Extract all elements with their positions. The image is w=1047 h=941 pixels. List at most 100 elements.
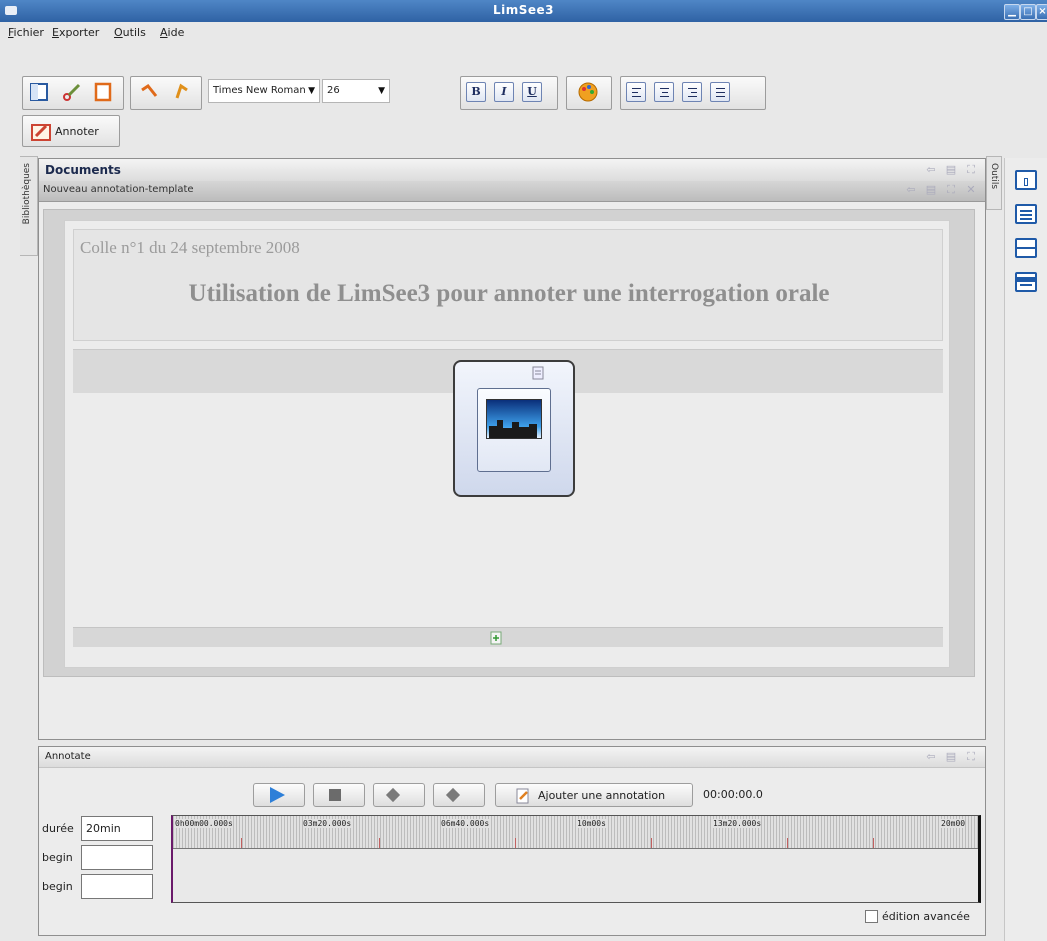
color-palette-icon[interactable] bbox=[576, 80, 600, 104]
annotate-panel: Annotate ⇦ ▤ ⛶ Ajouter une annotation 00:0… bbox=[38, 746, 986, 936]
ruler-tick bbox=[241, 838, 242, 848]
tab-outils-label: Outils bbox=[989, 163, 999, 190]
close-tab-icon[interactable]: ✕ bbox=[965, 184, 977, 196]
timeline-ruler[interactable]: 0h00m00.000s 03m20.000s 06m40.000s 10m00… bbox=[173, 816, 978, 849]
documents-panel-header: Documents ⇦ ▤ ⛶ bbox=[39, 159, 985, 182]
ruler-label: 03m20.000s bbox=[303, 819, 352, 828]
ruler-tick bbox=[651, 838, 652, 848]
annotate-button-label: Annoter bbox=[55, 125, 99, 138]
paste-icon[interactable] bbox=[91, 80, 115, 104]
underline-button[interactable]: U bbox=[522, 82, 542, 102]
document-canvas[interactable]: Colle n°1 du 24 septembre 2008 Utilisati… bbox=[64, 220, 950, 668]
document-tab-title[interactable]: Nouveau annotation-template bbox=[43, 184, 194, 195]
ruler-tick bbox=[873, 838, 874, 848]
add-page-icon[interactable] bbox=[489, 631, 503, 645]
play-icon bbox=[270, 787, 285, 803]
add-annotation-icon bbox=[516, 788, 529, 804]
advanced-edit-label: édition avancée bbox=[882, 909, 970, 923]
chevron-down-icon: ▼ bbox=[308, 86, 315, 96]
ruler-label: 20m00 bbox=[941, 819, 966, 828]
tools-sidebar bbox=[1004, 158, 1047, 941]
checkbox-icon[interactable] bbox=[865, 909, 878, 923]
pin-icon[interactable]: ⇦ bbox=[925, 164, 937, 176]
toolbar: Times New Roman ▼ 26 ▼ B I U bbox=[0, 0, 1047, 120]
documents-panel-title: Documents bbox=[45, 163, 121, 177]
document-subtitle[interactable]: Colle n°1 du 24 septembre 2008 bbox=[80, 238, 300, 258]
begin-field[interactable] bbox=[81, 874, 153, 899]
previous-button[interactable] bbox=[373, 783, 425, 807]
tab-bibliotheques-label: Bibliothèques bbox=[22, 163, 32, 225]
image-icon bbox=[486, 399, 542, 439]
begin-field[interactable] bbox=[81, 845, 153, 870]
ruler-label: 10m00s bbox=[577, 819, 606, 828]
ruler-tick bbox=[787, 838, 788, 848]
font-size-value: 26 bbox=[327, 85, 340, 96]
add-annotation-button[interactable]: Ajouter une annotation bbox=[495, 783, 693, 807]
stop-icon bbox=[329, 789, 341, 801]
cut-icon[interactable] bbox=[59, 80, 83, 104]
document-tab-header: Nouveau annotation-template ⇦ ▤ ⛶ ✕ bbox=[39, 181, 985, 202]
previous-icon bbox=[385, 787, 401, 803]
annotate-icon bbox=[31, 124, 51, 141]
font-size-select[interactable]: 26 ▼ bbox=[322, 79, 390, 103]
bold-button[interactable]: B bbox=[466, 82, 486, 102]
duration-label: durée bbox=[42, 822, 74, 835]
redo-icon[interactable] bbox=[169, 80, 193, 104]
minimize-panel-icon[interactable]: ▤ bbox=[945, 164, 957, 176]
align-right-button[interactable] bbox=[682, 82, 702, 102]
annotate-button[interactable]: Annoter bbox=[22, 115, 120, 147]
edit-tools-group bbox=[22, 76, 124, 110]
minimize-panel-icon[interactable]: ▤ bbox=[925, 184, 937, 196]
list-tool-icon[interactable] bbox=[1015, 204, 1037, 224]
ruler-label: 0h00m00.000s bbox=[175, 819, 233, 828]
document-small-icon[interactable] bbox=[531, 366, 545, 380]
undo-icon[interactable] bbox=[137, 80, 161, 104]
new-document-icon[interactable] bbox=[27, 80, 51, 104]
ruler-label: 13m20.000s bbox=[713, 819, 762, 828]
timeline-tool-icon[interactable] bbox=[1015, 272, 1037, 292]
canvas-bottom-bar bbox=[73, 627, 943, 647]
font-family-value: Times New Roman bbox=[213, 85, 306, 96]
title-region[interactable]: Colle n°1 du 24 septembre 2008 Utilisati… bbox=[73, 229, 943, 341]
image-card bbox=[477, 388, 551, 472]
ruler-tick bbox=[379, 838, 380, 848]
begin-row: begin bbox=[39, 844, 157, 871]
maximize-panel-icon[interactable]: ⛶ bbox=[965, 751, 977, 763]
timecode-display: 00:00:00.0 bbox=[703, 788, 763, 801]
align-left-button[interactable] bbox=[626, 82, 646, 102]
chevron-down-icon: ▼ bbox=[378, 86, 385, 96]
stop-button[interactable] bbox=[313, 783, 365, 807]
next-button[interactable] bbox=[433, 783, 485, 807]
annotate-panel-title: Annotate bbox=[45, 751, 91, 762]
ruler-tick bbox=[515, 838, 516, 848]
timeline[interactable]: 0h00m00.000s 03m20.000s 06m40.000s 10m00… bbox=[171, 815, 981, 903]
align-justify-button[interactable] bbox=[710, 82, 730, 102]
documents-panel: Documents ⇦ ▤ ⛶ Nouveau annotation-templat… bbox=[38, 158, 986, 740]
align-center-button[interactable] bbox=[654, 82, 674, 102]
advanced-edit-checkbox[interactable]: édition avancée bbox=[865, 909, 970, 923]
image-placeholder[interactable] bbox=[453, 360, 575, 497]
tab-bibliotheques[interactable]: Bibliothèques bbox=[20, 156, 38, 256]
font-family-select[interactable]: Times New Roman ▼ bbox=[208, 79, 320, 103]
begin-label: begin bbox=[42, 880, 73, 893]
begin-row: begin bbox=[39, 873, 157, 900]
annotate-panel-header: Annotate ⇦ ▤ ⛶ bbox=[39, 747, 985, 768]
add-annotation-label: Ajouter une annotation bbox=[538, 789, 666, 802]
undo-redo-group bbox=[130, 76, 202, 110]
template-tool-icon[interactable] bbox=[1015, 170, 1037, 190]
pin-icon[interactable]: ⇦ bbox=[905, 184, 917, 196]
maximize-panel-icon[interactable]: ⛶ bbox=[945, 184, 957, 196]
italic-button[interactable]: I bbox=[494, 82, 514, 102]
play-button[interactable] bbox=[253, 783, 305, 807]
begin-label: begin bbox=[42, 851, 73, 864]
pin-icon[interactable]: ⇦ bbox=[925, 751, 937, 763]
duration-row: durée 20min bbox=[39, 815, 157, 842]
minimize-panel-icon[interactable]: ▤ bbox=[945, 751, 957, 763]
document-title[interactable]: Utilisation de LimSee3 pour annoter une … bbox=[74, 280, 944, 308]
layout-tool-icon[interactable] bbox=[1015, 238, 1037, 258]
duration-field[interactable]: 20min bbox=[81, 816, 153, 841]
tab-outils[interactable]: Outils bbox=[986, 156, 1002, 210]
maximize-panel-icon[interactable]: ⛶ bbox=[965, 164, 977, 176]
ruler-label: 06m40.000s bbox=[441, 819, 490, 828]
canvas-frame: Colle n°1 du 24 septembre 2008 Utilisati… bbox=[43, 209, 975, 677]
